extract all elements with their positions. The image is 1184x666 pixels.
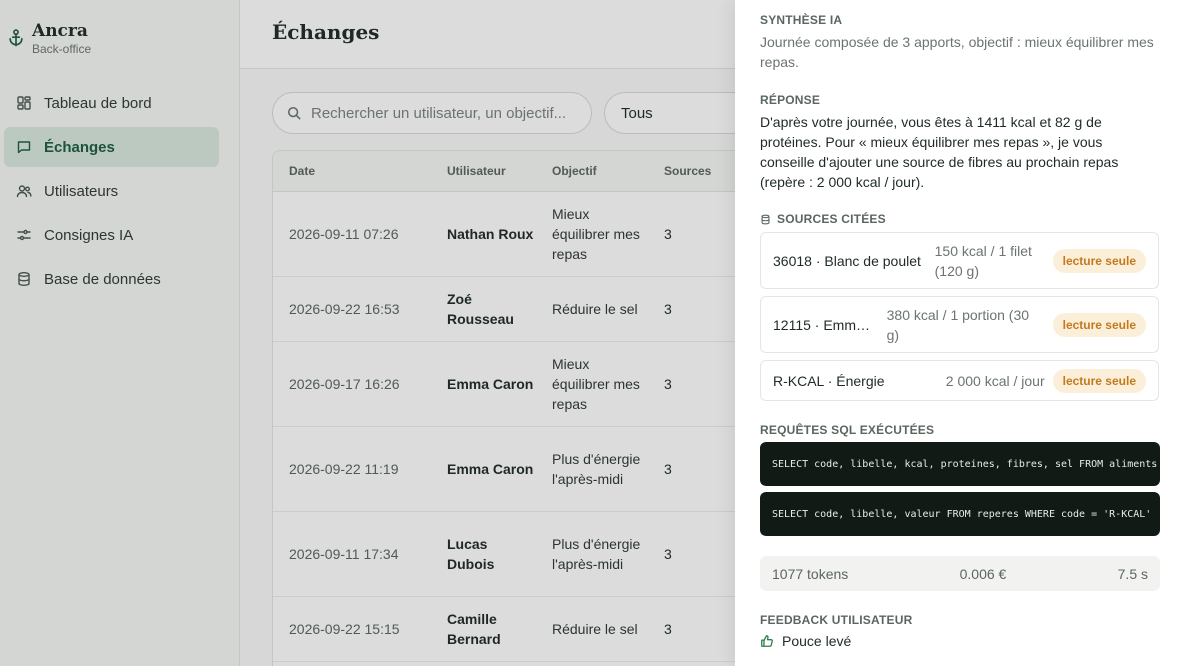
duration-value: 7.5 s: [1117, 565, 1148, 582]
feedback-label: Pouce levé: [782, 633, 852, 649]
tokens-count: 1077 tokens: [772, 565, 849, 582]
sql-query-block[interactable]: SELECT code, libelle, kcal, proteines, f…: [760, 442, 1160, 486]
exchange-detail-drawer: SYNTHÈSE IA Journée composée de 3 apport…: [735, 0, 1184, 666]
source-value: 150 kcal / 1 filet (120 g): [934, 242, 1032, 279]
source-name: R-KCAL · Énergie: [773, 372, 885, 389]
sql-title: REQUÊTES SQL EXÉCUTÉES: [760, 423, 935, 437]
read-only-badge: lecture seule: [1052, 312, 1146, 337]
synthese-title: SYNTHÈSE IA: [760, 13, 843, 27]
source-name: 36018 · Blanc de poulet: [773, 252, 921, 269]
reponse-title: RÉPONSE: [760, 93, 821, 107]
read-only-badge: lecture seule: [1052, 248, 1146, 273]
source-item[interactable]: 36018 · Blanc de poulet 150 kcal / 1 fil…: [760, 232, 1159, 289]
feedback-value: Pouce levé: [760, 633, 851, 649]
sources-title-label: SOURCES CITÉES: [777, 212, 886, 226]
sources-title: SOURCES CITÉES: [760, 212, 886, 226]
source-item[interactable]: R-KCAL · Énergie 2 000 kcal / jour lectu…: [760, 360, 1159, 401]
read-only-badge: lecture seule: [1052, 368, 1146, 393]
feedback-title: FEEDBACK UTILISATEUR: [760, 613, 913, 627]
usage-stats: 1077 tokens 0.006 € 7.5 s: [760, 556, 1160, 591]
synthese-text: Journée composée de 3 apports, objectif …: [760, 34, 1154, 70]
source-item[interactable]: 12115 · Emmental 380 kcal / 1 portion (3…: [760, 296, 1159, 353]
source-name: 12115 · Emmental: [773, 316, 877, 333]
source-value: 380 kcal / 1 portion (30 g): [886, 306, 1030, 343]
thumbs-up-icon: [761, 635, 773, 647]
sql-query-block[interactable]: SELECT code, libelle, valeur FROM repere…: [760, 492, 1160, 536]
source-value: 2 000 kcal / jour: [945, 372, 1045, 389]
reponse-text: D'après votre journée, vous êtes à 1411 …: [760, 114, 1119, 190]
cost-value: 0.006 €: [959, 565, 1007, 582]
database-icon: [761, 214, 770, 224]
